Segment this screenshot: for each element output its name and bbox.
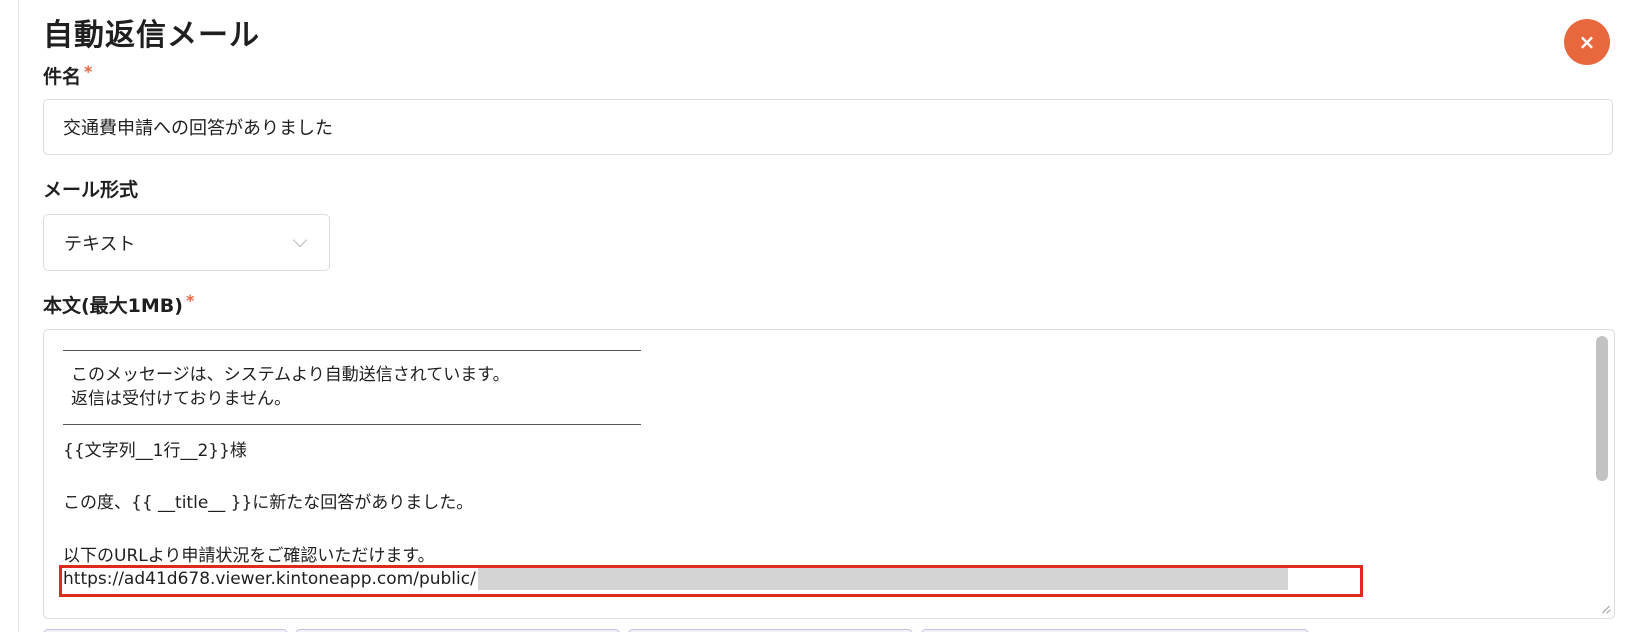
body-notice-line-2: 返信は受付けておりません。	[71, 389, 291, 409]
body-url-text: https://ad41d678.viewer.kintoneapp.com/p…	[63, 569, 476, 589]
subject-required-mark: *	[84, 62, 93, 81]
body-label: 本文(最大1MB) *	[43, 291, 195, 321]
separator-bottom	[63, 424, 641, 425]
mail-format-select[interactable]: テキスト	[43, 214, 330, 271]
close-icon: ×	[1578, 30, 1596, 54]
redacted-url-token	[477, 568, 1288, 590]
body-greeting-line: {{文字列__1行__2}}様	[63, 441, 247, 461]
resize-grip-icon[interactable]	[1600, 604, 1610, 614]
subject-input[interactable]	[43, 99, 1613, 155]
separator-top	[63, 350, 641, 351]
chevron-down-icon	[292, 232, 308, 247]
mail-format-selected-value: テキスト	[64, 233, 136, 255]
body-url-intro-line: 以下のURLより申請状況をご確認いただけます。	[63, 546, 435, 566]
mail-format-label: メール形式	[43, 176, 138, 204]
body-scrollbar-thumb[interactable]	[1596, 336, 1608, 481]
subject-label: 件名 *	[43, 62, 93, 92]
body-content: このメッセージは、システムより自動送信されています。 返信は受付けておりません。…	[63, 330, 1543, 618]
body-url-row: https://ad41d678.viewer.kintoneapp.com/p…	[63, 567, 1288, 591]
body-notice-line-1: このメッセージは、システムより自動送信されています。	[71, 365, 510, 385]
left-border	[18, 0, 19, 632]
body-label-text: 本文(最大1MB)	[43, 295, 183, 317]
body-announcement-line: この度、{{ __title__ }}に新たな回答がありました。	[63, 493, 474, 513]
auto-reply-mail-dialog: 自動返信メール × 件名* メール形式 テキスト 本文(最大1MB)* このメッ…	[0, 0, 1634, 632]
body-scrollbar[interactable]	[1596, 336, 1608, 598]
close-button[interactable]: ×	[1564, 19, 1610, 65]
dialog-title: 自動返信メール	[43, 18, 260, 53]
body-textarea[interactable]: このメッセージは、システムより自動送信されています。 返信は受付けておりません。…	[43, 329, 1615, 619]
mail-format-label-text: メール形式	[43, 179, 139, 201]
subject-label-text: 件名	[43, 66, 82, 88]
body-required-mark: *	[185, 291, 195, 310]
